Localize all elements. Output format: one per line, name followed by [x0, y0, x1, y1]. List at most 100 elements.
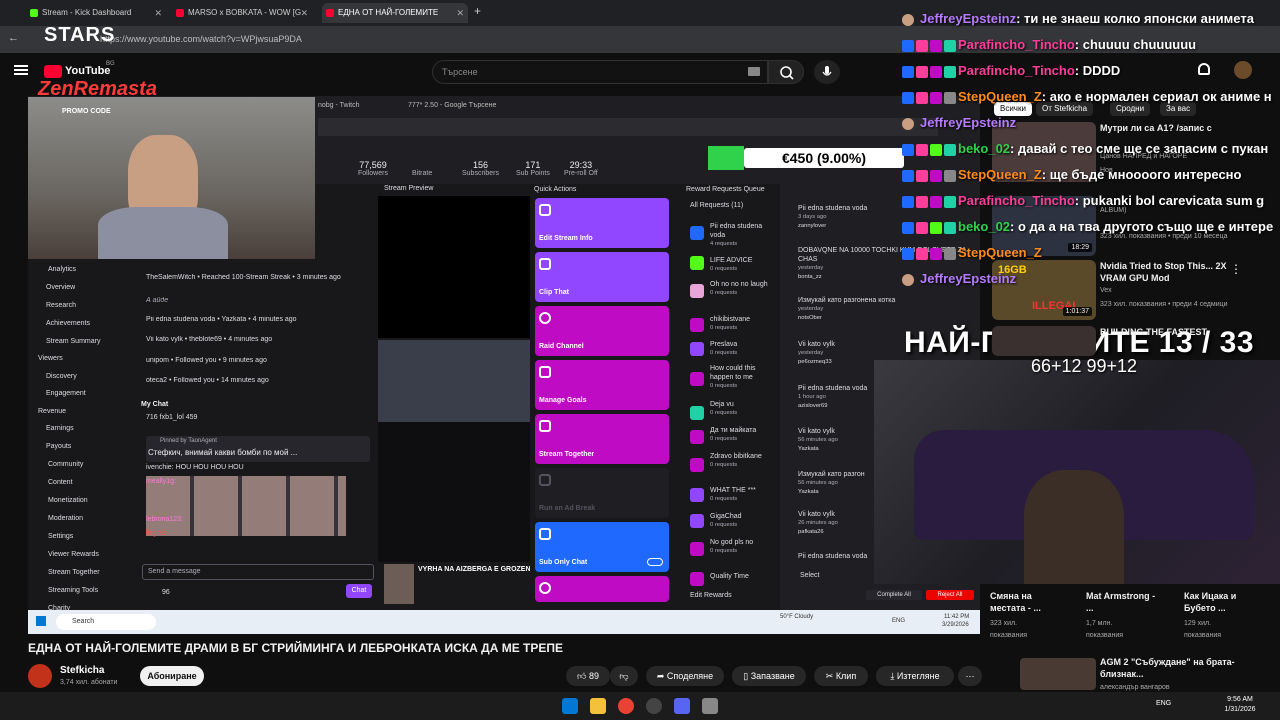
chat-username[interactable]: lebrona123:: [146, 516, 183, 523]
nav-discovery[interactable]: Discovery: [46, 371, 77, 383]
pinned-message[interactable]: Pinned by TaonAgent Стефкич, внимай какв…: [146, 436, 370, 462]
video-thumbnail[interactable]: [1020, 658, 1096, 690]
nav-stream-summary[interactable]: Stream Summary: [46, 336, 100, 348]
dislike-button[interactable]: 👎︎: [610, 666, 638, 686]
close-icon[interactable]: ✕: [154, 3, 162, 23]
browser-tab-marso[interactable]: MARSO x BOBKATA - WOW [G ✕: [172, 3, 312, 23]
share-button[interactable]: ➦ Споделяне: [646, 666, 724, 686]
stream-together-button[interactable]: Stream Together: [535, 414, 669, 464]
file-explorer-icon[interactable]: [590, 698, 606, 714]
keyboard-icon[interactable]: [748, 67, 760, 76]
complete-all-button[interactable]: Complete All: [866, 590, 922, 600]
menu-icon[interactable]: [14, 65, 28, 67]
reject-all-button[interactable]: Reject All: [926, 590, 974, 600]
new-tab-icon[interactable]: +: [474, 4, 481, 18]
youtube-brand[interactable]: YouTube: [65, 65, 110, 77]
nav-overview[interactable]: Overview: [46, 282, 75, 294]
reward-item[interactable]: WHAT THE *** 0 requests: [710, 486, 776, 504]
chat-username[interactable]: meally1g:: [146, 478, 176, 485]
video-title[interactable]: Смяна на местата - ...: [990, 590, 1060, 614]
sub-only-chat-button[interactable]: Sub Only Chat: [535, 522, 669, 572]
search-input[interactable]: Търсене: [432, 60, 768, 84]
chat-send-button[interactable]: Chat: [346, 584, 372, 598]
obs-icon[interactable]: [646, 698, 662, 714]
more-actions-button[interactable]: ⋯: [958, 666, 982, 686]
queue-item[interactable]: Измукай като разгонена котка yesterday not…: [798, 296, 978, 323]
reward-item[interactable]: GigaChad 0 requests: [710, 512, 776, 530]
youtube-logo-icon[interactable]: [44, 65, 62, 78]
nav-content[interactable]: Content: [48, 477, 73, 489]
app-icon[interactable]: [702, 698, 718, 714]
back-icon[interactable]: ←: [8, 32, 19, 44]
video-title[interactable]: Как Ицака и Бубето ...: [1184, 590, 1254, 614]
bottom-video[interactable]: Mat Armstrong - ... 1,7 млн. показвания: [1086, 590, 1156, 642]
reward-item[interactable]: How could this happen to me 0 requests: [710, 364, 776, 391]
nav-analytics[interactable]: Analytics: [48, 264, 76, 276]
windows-start-icon[interactable]: [562, 698, 578, 714]
reward-item[interactable]: Preslava 0 requests: [710, 340, 776, 358]
close-icon[interactable]: ✕: [456, 3, 464, 23]
send-message-input[interactable]: Send a message: [142, 564, 374, 580]
manage-goals-button[interactable]: Manage Goals: [535, 360, 669, 410]
nav-community[interactable]: Community: [48, 459, 83, 471]
chat-username[interactable]: llsgreb:: [146, 530, 169, 537]
select-checkbox-label[interactable]: Select: [800, 572, 819, 579]
bottom-video[interactable]: Смяна на местата - ... 323 хил. показван…: [990, 590, 1060, 642]
subscribe-button[interactable]: Абониране: [140, 666, 204, 686]
all-requests-tab[interactable]: All Requests (11): [690, 202, 743, 209]
chrome-icon[interactable]: [618, 698, 634, 714]
reward-item[interactable]: Deja vu 0 requests: [710, 400, 776, 418]
channel-name[interactable]: Vex: [1100, 286, 1260, 296]
quick-action-extra[interactable]: [535, 576, 669, 602]
reward-item[interactable]: Pii edna studena voda 4 requests: [710, 222, 776, 249]
close-icon[interactable]: ✕: [300, 3, 308, 23]
nav-stream-together[interactable]: Stream Together: [48, 567, 100, 579]
raid-channel-button[interactable]: Raid Channel: [535, 306, 669, 356]
toggle-switch[interactable]: [647, 558, 663, 566]
clip-button[interactable]: ✂ Клип: [814, 666, 868, 686]
language-indicator[interactable]: ENG: [1156, 700, 1171, 707]
edit-rewards-link[interactable]: Edit Rewards: [690, 592, 732, 599]
video-title[interactable]: AGM 2 "Събуждане" на брата- близнак...: [1100, 656, 1250, 680]
discord-icon[interactable]: [674, 698, 690, 714]
nav-monetization[interactable]: Monetization: [48, 495, 88, 507]
video-title[interactable]: Mat Armstrong - ...: [1086, 590, 1156, 614]
like-button[interactable]: 👍︎ 89: [566, 666, 610, 686]
nav-viewers[interactable]: Viewers: [38, 353, 63, 365]
nav-revenue[interactable]: Revenue: [38, 406, 66, 418]
nav-streaming-tools[interactable]: Streaming Tools: [48, 585, 98, 597]
nav-earnings[interactable]: Earnings: [46, 423, 74, 435]
bottom-video[interactable]: Как Ицака и Бубето ... 129 хил. показван…: [1184, 590, 1254, 642]
nav-achievements[interactable]: Achievements: [46, 318, 90, 330]
channel-name[interactable]: александър вангаров: [1100, 684, 1170, 691]
video-title[interactable]: BUILDING THE FASTEST: [1100, 326, 1240, 338]
nav-viewer-rewards[interactable]: Viewer Rewards: [48, 549, 99, 561]
clip-that-button[interactable]: Clip That: [535, 252, 669, 302]
related-video[interactable]: BUILDING THE FASTEST: [988, 326, 1280, 396]
edit-stream-info-button[interactable]: Edit Stream Info: [535, 198, 669, 248]
nav-settings[interactable]: Settings: [48, 531, 73, 543]
reward-item[interactable]: Zdravo bibitkane 0 requests: [710, 452, 776, 470]
browser-tab-kick[interactable]: Stream - Kick Dashboard ✕: [26, 3, 166, 23]
reward-item[interactable]: chikibistvane 0 requests: [710, 315, 776, 333]
nav-moderation[interactable]: Moderation: [48, 513, 83, 525]
system-clock[interactable]: 9:56 AM 1/31/2026: [1220, 695, 1260, 715]
nav-research[interactable]: Research: [46, 300, 76, 312]
reward-item[interactable]: Да ти майката 0 requests: [710, 426, 776, 444]
mic-button[interactable]: [814, 60, 840, 84]
search-button[interactable]: [768, 60, 804, 84]
browser-tab-active[interactable]: ЕДНА ОТ НАЙ-ГОЛЕМИТЕ ✕: [322, 3, 468, 23]
download-button[interactable]: ⤓ Изтегляне: [876, 666, 954, 686]
reward-item[interactable]: LIFE ADVICE 0 requests: [710, 256, 776, 274]
run-ad-break-button[interactable]: Run an Ad Break: [535, 468, 669, 518]
nav-payouts[interactable]: Payouts: [46, 441, 71, 453]
channel-name[interactable]: Stefkicha: [60, 665, 104, 676]
channel-avatar[interactable]: [28, 664, 52, 688]
reward-item[interactable]: Quality Time: [710, 572, 776, 581]
url-field[interactable]: https://www.youtube.com/watch?v=WPjwsuaP…: [100, 31, 800, 48]
video-thumbnail[interactable]: [992, 326, 1096, 356]
reward-item[interactable]: No god pls no 0 requests: [710, 538, 776, 556]
save-button[interactable]: ▯ Запазване: [732, 666, 806, 686]
nav-engagement[interactable]: Engagement: [46, 388, 86, 400]
reward-item[interactable]: Oh no no no laugh 0 requests: [710, 280, 776, 298]
